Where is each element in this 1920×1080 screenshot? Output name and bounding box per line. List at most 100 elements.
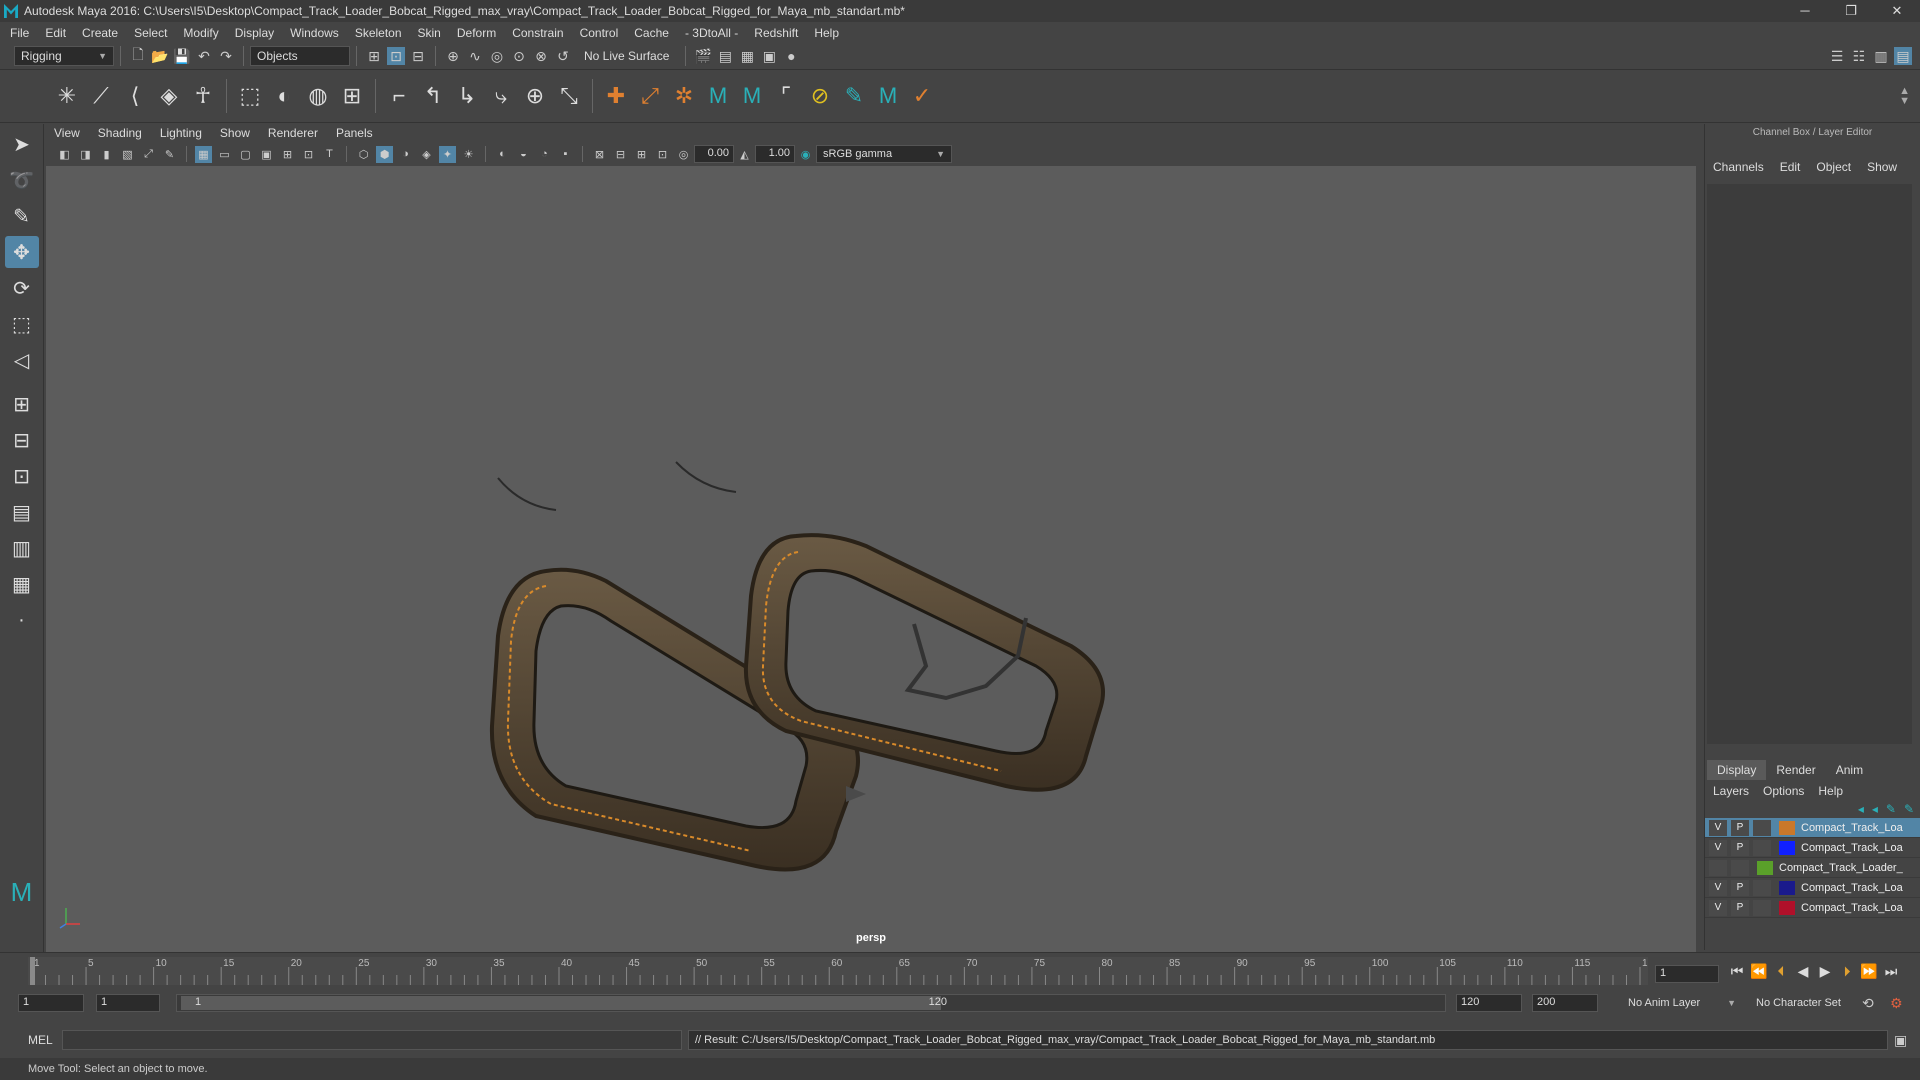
layer-row[interactable]: V P Compact_Track_Loa <box>1705 838 1920 858</box>
2d-pan-zoom-icon[interactable]: ⤢ <box>140 146 157 163</box>
layer-row[interactable]: V P Compact_Track_Loa <box>1705 878 1920 898</box>
script-editor-icon[interactable]: ▣ <box>1894 1032 1907 1049</box>
menu-cache[interactable]: Cache <box>634 26 669 40</box>
menu-edit[interactable]: Edit <box>45 26 66 40</box>
isolate-select-icon[interactable]: ⊠ <box>591 146 608 163</box>
screen-space-ao-icon[interactable]: ◐ <box>494 146 511 163</box>
layout-outliner-persp-icon[interactable]: ⊡ <box>5 460 39 492</box>
view-transform-dropdown[interactable]: sRGB gamma ▼ <box>816 145 952 163</box>
attribute-editor-icon[interactable]: ☰ <box>1828 47 1846 65</box>
cluster-icon[interactable]: ⌐ <box>384 81 414 111</box>
select-component-icon[interactable]: ⊟ <box>409 47 427 65</box>
selection-mode-dropdown[interactable]: Objects <box>250 46 350 66</box>
menu-create[interactable]: Create <box>82 26 118 40</box>
set-driven-key-icon[interactable]: ⊘ <box>805 81 835 111</box>
grid-icon[interactable]: ▦ <box>195 145 212 163</box>
control-curve-right[interactable] <box>675 461 737 493</box>
layer-playback-toggle[interactable]: P <box>1731 839 1749 856</box>
panel-menu-panels[interactable]: Panels <box>336 126 373 140</box>
go-to-start-icon[interactable]: ⏮ <box>1726 963 1748 980</box>
panel-menu-view[interactable]: View <box>54 126 80 140</box>
pole-vector-icon[interactable]: ⌜ <box>771 81 801 111</box>
rigid-bind-icon[interactable]: ◐ <box>269 81 299 111</box>
textured-icon[interactable]: ◈ <box>418 146 435 163</box>
anim-layer-dropdown[interactable]: No Anim Layer ▼ <box>1622 994 1742 1012</box>
humanik-icon[interactable]: ☥ <box>188 81 218 111</box>
layer-type-toggle[interactable] <box>1753 819 1771 836</box>
safe-title-icon[interactable]: T <box>321 146 338 163</box>
color-management-icon[interactable]: ◉ <box>797 146 814 163</box>
step-forward-frame-icon[interactable]: ⏵ <box>1836 963 1858 980</box>
layer-menu-options[interactable]: Options <box>1763 784 1804 798</box>
lasso-tool-icon[interactable]: ➰ <box>5 164 39 196</box>
joint-tool-icon[interactable]: ✳ <box>52 81 82 111</box>
ik-handle-icon[interactable]: ⟋ <box>86 81 116 111</box>
bend-icon[interactable]: ⤷ <box>486 81 516 111</box>
layer-color-swatch[interactable] <box>1779 820 1795 835</box>
paint-select-tool-icon[interactable]: ✎ <box>5 200 39 232</box>
cb-menu-edit[interactable]: Edit <box>1780 160 1801 174</box>
layer-color-swatch[interactable] <box>1779 880 1795 895</box>
snap-view-icon[interactable]: ⊙ <box>510 47 528 65</box>
panel-menu-shading[interactable]: Shading <box>98 126 142 140</box>
gate-mask-icon[interactable]: ▣ <box>258 146 275 163</box>
snap-point-icon[interactable]: ◎ <box>488 47 506 65</box>
menu-set-dropdown[interactable]: Rigging ▼ <box>14 46 114 66</box>
panel-menu-renderer[interactable]: Renderer <box>268 126 318 140</box>
ipr-render-icon[interactable]: ▦ <box>738 47 756 65</box>
viewport-persp[interactable]: persp <box>46 166 1696 952</box>
layout-graph-persp-icon[interactable]: ▤ <box>5 496 39 528</box>
tab-display[interactable]: Display <box>1707 760 1767 780</box>
paint-tool-icon[interactable]: ✎ <box>839 81 869 111</box>
camera-attributes-icon[interactable]: ◨ <box>77 146 94 163</box>
layer-color-swatch[interactable] <box>1779 900 1795 915</box>
layout-render-persp-icon[interactable]: ▦ <box>5 568 39 600</box>
menu-windows[interactable]: Windows <box>290 26 339 40</box>
last-tool-icon[interactable]: ◁ <box>5 344 39 376</box>
play-backwards-icon[interactable]: ◀ <box>1792 963 1814 980</box>
step-back-frame-icon[interactable]: ⏴ <box>1770 963 1792 980</box>
wire-icon[interactable]: ↳ <box>452 81 482 111</box>
menu-file[interactable]: File <box>10 26 29 40</box>
layout-hypershade-icon[interactable]: ▥ <box>5 532 39 564</box>
layer-menu-help[interactable]: Help <box>1818 784 1843 798</box>
layer-visibility-toggle[interactable]: V <box>1709 819 1727 836</box>
animation-start-field[interactable]: 1 <box>18 994 84 1012</box>
character-set-dropdown[interactable]: No Character Set <box>1750 994 1860 1012</box>
menu-skin[interactable]: Skin <box>418 26 441 40</box>
use-all-lights-icon[interactable]: ✦ <box>439 145 456 163</box>
playback-start-field[interactable]: 1 <box>96 994 160 1012</box>
save-scene-icon[interactable]: 💾 <box>173 47 191 65</box>
current-time-marker[interactable] <box>30 957 35 985</box>
lattice-icon[interactable]: ⊞ <box>337 81 367 111</box>
playback-end-field[interactable]: 120 <box>1456 994 1522 1012</box>
minimize-button[interactable]: ─ <box>1782 3 1828 19</box>
layer-type-toggle[interactable] <box>1753 839 1771 856</box>
grease-pencil-icon[interactable]: ✎ <box>161 146 178 163</box>
xray-components-icon[interactable]: ⊡ <box>654 146 671 163</box>
move-tool-icon[interactable]: ✥ <box>4 236 39 268</box>
tab-render[interactable]: Render <box>1766 760 1825 780</box>
cb-menu-channels[interactable]: Channels <box>1713 160 1764 174</box>
current-frame-field[interactable]: 1 <box>1655 965 1719 983</box>
step-back-key-icon[interactable]: ⏪ <box>1748 963 1770 980</box>
layer-visibility-toggle[interactable]: V <box>1709 899 1727 916</box>
rotate-tool-icon[interactable]: ⟳ <box>5 272 39 304</box>
point-constraint-icon[interactable]: ✚ <box>601 81 631 111</box>
exposure-icon[interactable]: ◎ <box>675 146 692 163</box>
check-tool-icon[interactable]: ✓ <box>907 81 937 111</box>
move-layer-down-icon[interactable]: ◂ <box>1872 802 1878 818</box>
select-tool-icon[interactable]: ➤ <box>5 128 39 160</box>
maya-tool-3-icon[interactable]: M <box>873 81 903 111</box>
menu-control[interactable]: Control <box>580 26 619 40</box>
animation-end-field[interactable]: 200 <box>1532 994 1598 1012</box>
select-object-icon[interactable]: ⊡ <box>387 47 405 65</box>
animation-prefs-icon[interactable]: ⚙ <box>1890 995 1903 1012</box>
layer-type-toggle[interactable] <box>1753 879 1771 896</box>
mirror-joint-icon[interactable]: ◈ <box>154 81 184 111</box>
select-hierarchy-icon[interactable]: ⊞ <box>365 47 383 65</box>
paint-weights-icon[interactable]: ◍ <box>303 81 333 111</box>
anti-aliasing-icon[interactable]: ◔ <box>536 146 553 163</box>
layer-playback-toggle[interactable]: P <box>1731 879 1749 896</box>
aim-constraint-icon[interactable]: ⤢ <box>635 81 665 111</box>
